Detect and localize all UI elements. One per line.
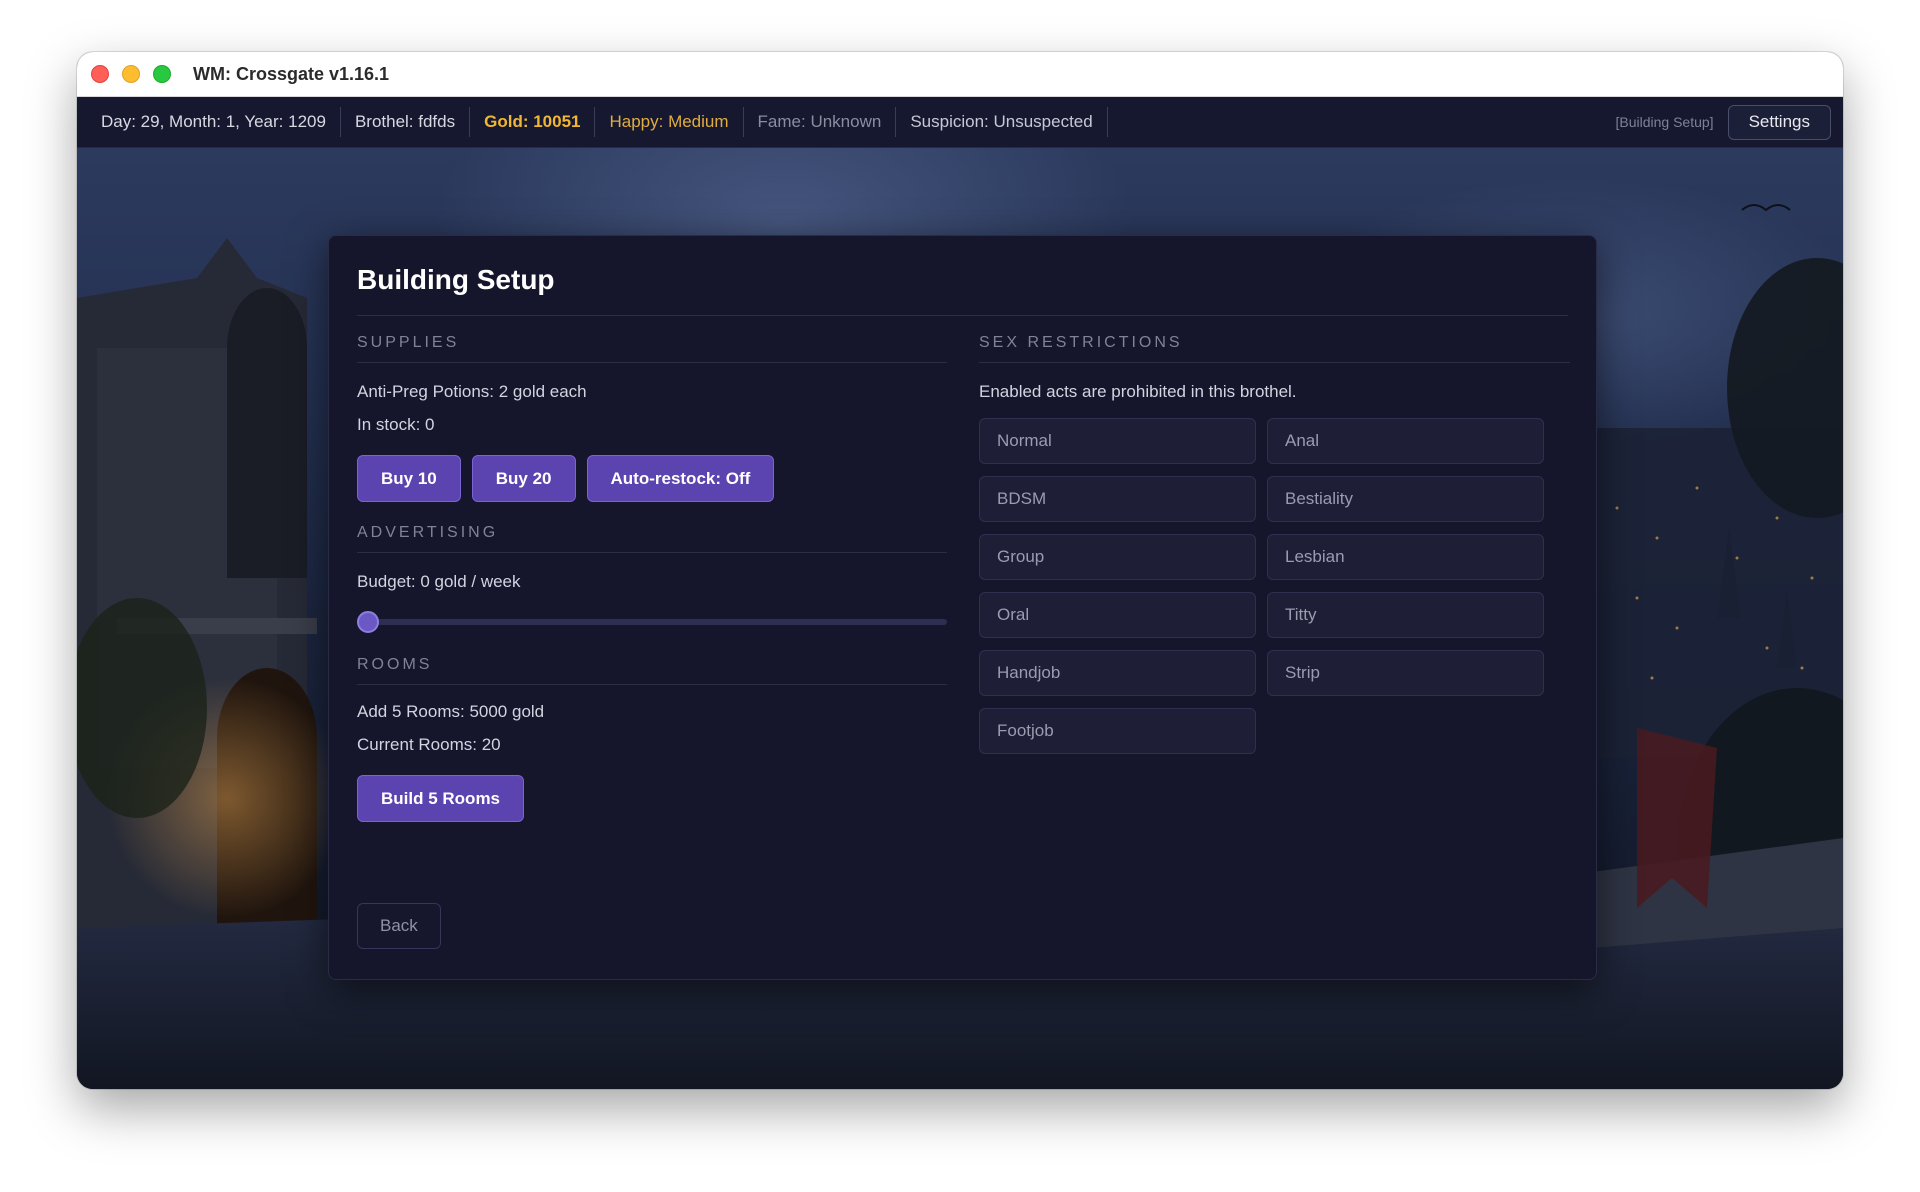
potion-stock: In stock: 0 [357, 415, 435, 434]
rooms-heading: ROOMS [357, 656, 947, 685]
advertising-heading: ADVERTISING [357, 524, 947, 553]
close-window-button[interactable] [91, 65, 109, 83]
auto-restock-toggle[interactable]: Auto-restock: Off [586, 455, 775, 502]
restriction-toggle-group[interactable]: Group [979, 534, 1256, 580]
status-suspicion: Suspicion: Unsuspected [896, 107, 1108, 137]
window-title: WM: Crossgate v1.16.1 [193, 63, 390, 84]
slider-thumb[interactable] [357, 611, 379, 633]
rooms-section: ROOMS Add 5 Rooms: 5000 gold Current Roo… [357, 656, 947, 822]
restriction-toggle-lesbian[interactable]: Lesbian [1267, 534, 1544, 580]
title-bar: WM: Crossgate v1.16.1 [77, 52, 1843, 97]
restrictions-heading: SEX RESTRICTIONS [979, 334, 1570, 363]
supplies-section: SUPPLIES Anti-Preg Potions: 2 gold each … [357, 334, 947, 502]
status-gold: Gold: 10051 [470, 107, 596, 137]
build-rooms-button[interactable]: Build 5 Rooms [357, 775, 525, 822]
status-fame: Fame: Unknown [744, 107, 897, 137]
status-date: Day: 29, Month: 1, Year: 1209 [101, 107, 341, 137]
restriction-toggle-strip[interactable]: Strip [1267, 650, 1544, 696]
restriction-toggle-bestiality[interactable]: Bestiality [1267, 476, 1544, 522]
maximize-window-button[interactable] [153, 65, 171, 83]
potion-price: Anti-Preg Potions: 2 gold each [357, 382, 587, 401]
panel-title: Building Setup [357, 264, 555, 295]
minimize-window-button[interactable] [122, 65, 140, 83]
advertising-budget: Budget: 0 gold / week [357, 572, 521, 591]
room-cost: Add 5 Rooms: 5000 gold [357, 702, 545, 721]
status-bar: Day: 29, Month: 1, Year: 1209 Brothel: f… [77, 97, 1843, 148]
rooms-buttons: Build 5 Rooms [357, 775, 947, 822]
advertising-section: ADVERTISING Budget: 0 gold / week [357, 524, 947, 634]
restriction-toggle-handjob[interactable]: Handjob [979, 650, 1256, 696]
restriction-toggle-normal[interactable]: Normal [979, 418, 1256, 464]
left-column: SUPPLIES Anti-Preg Potions: 2 gold each … [357, 334, 947, 822]
supplies-buttons: Buy 10 Buy 20 Auto-restock: Off [357, 455, 947, 502]
restriction-toggle-bdsm[interactable]: BDSM [979, 476, 1256, 522]
right-column: SEX RESTRICTIONS Enabled acts are prohib… [979, 334, 1570, 754]
status-brothel: Brothel: fdfds [341, 107, 471, 137]
status-happiness: Happy: Medium [595, 107, 744, 137]
restrictions-description: Enabled acts are prohibited in this brot… [979, 382, 1297, 401]
current-rooms: Current Rooms: 20 [357, 735, 501, 754]
back-button[interactable]: Back [357, 903, 441, 949]
restrictions-grid: Normal Anal BDSM Bestiality Group Lesbian Oral… [979, 418, 1570, 754]
window-controls [91, 65, 171, 83]
buy-10-button[interactable]: Buy 10 [357, 455, 461, 502]
settings-button[interactable]: Settings [1727, 104, 1831, 140]
buy-20-button[interactable]: Buy 20 [471, 455, 576, 502]
background-scene: Building Setup SUPPLIES Anti-Preg Potion… [77, 148, 1843, 1089]
screen-tag: [Building Setup] [1615, 114, 1714, 130]
restriction-toggle-titty[interactable]: Titty [1267, 592, 1544, 638]
title-divider [357, 315, 1568, 316]
restriction-toggle-footjob[interactable]: Footjob [979, 708, 1256, 754]
app-window: WM: Crossgate v1.16.1 Day: 29, Month: 1,… [77, 52, 1843, 1089]
slider-track [357, 619, 947, 625]
advertising-budget-slider[interactable] [357, 608, 947, 634]
building-setup-panel: Building Setup SUPPLIES Anti-Preg Potion… [328, 235, 1597, 980]
restriction-toggle-oral[interactable]: Oral [979, 592, 1256, 638]
supplies-heading: SUPPLIES [357, 334, 947, 363]
restriction-toggle-anal[interactable]: Anal [1267, 418, 1544, 464]
